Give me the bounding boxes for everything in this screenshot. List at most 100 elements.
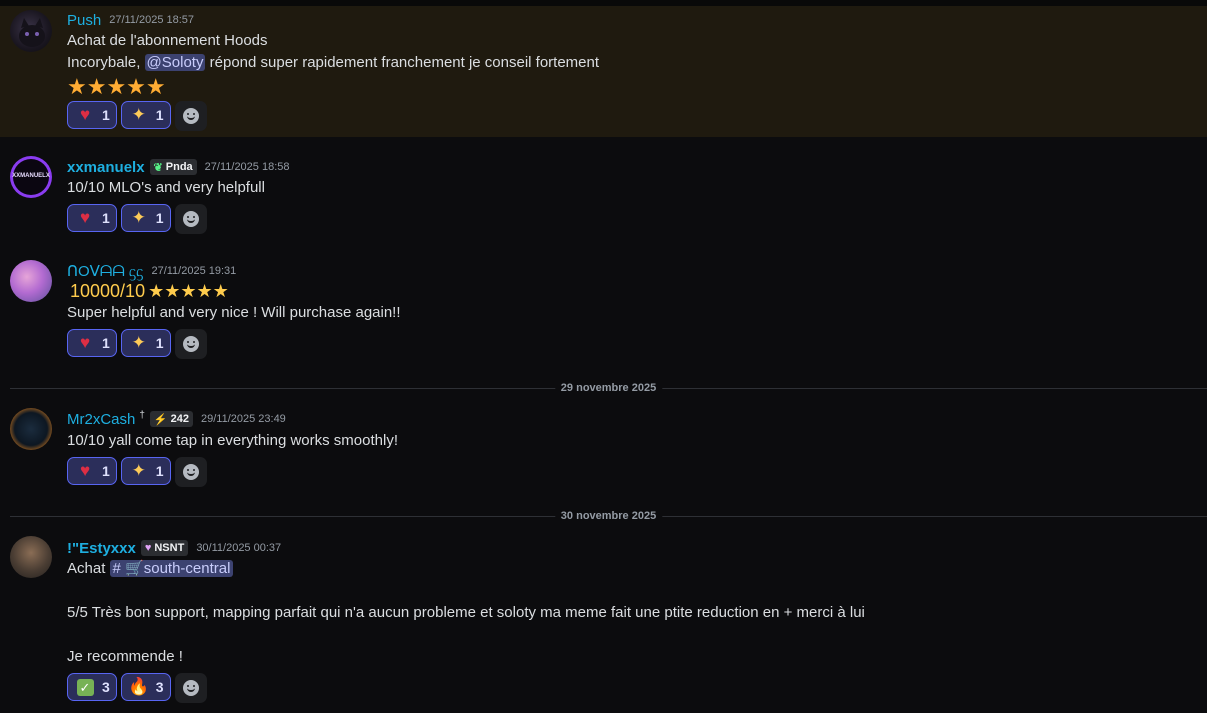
reaction-count: 3 (155, 679, 164, 695)
timestamp[interactable]: 27/11/2025 18:58 (205, 161, 290, 173)
username[interactable]: ᑎOᐯᗩᗩ ᦓᦓ (67, 262, 143, 281)
message-header: Push 27/11/2025 18:57 (67, 10, 194, 30)
server-tag[interactable]: ⚡ 242 (149, 411, 193, 427)
message-novaa: ᑎOᐯᗩᗩ ᦓᦓ 27/11/2025 19:31 10000/10 ★★★★★ … (0, 254, 1207, 364)
message-estyxxx: !"Estyxxx ♥ NSNT 30/11/2025 00:37 Achat #… (0, 530, 1207, 713)
username[interactable]: !"Estyxxx (67, 540, 136, 557)
message-header: ᑎOᐯᗩᗩ ᦓᦓ 27/11/2025 19:31 (67, 261, 236, 281)
message-text: 10/10 yall come tap in everything works … (67, 432, 398, 449)
message-text: 10/10 MLO's and very helpfull (67, 179, 265, 196)
check-emoji-icon: ✓ (74, 677, 96, 697)
reaction-heart[interactable]: ♥ 1 (67, 457, 117, 485)
avatar[interactable] (10, 536, 52, 578)
reaction-count: 1 (102, 107, 110, 123)
message-text: 5/5 Très bon support, mapping parfait qu… (67, 604, 865, 621)
reaction-sparkles[interactable]: ✦ 1 (120, 457, 171, 485)
heart-emoji-icon: ♥ (79, 208, 91, 227)
timestamp[interactable]: 27/11/2025 18:57 (109, 14, 194, 26)
add-reaction-button[interactable] (174, 204, 207, 234)
heart-emoji-icon: ♥ (79, 461, 91, 480)
avatar[interactable] (10, 408, 52, 450)
reaction-heart[interactable]: ♥ 1 (67, 329, 117, 357)
reaction-count: 1 (155, 335, 164, 351)
fire-emoji-icon: 🔥 (128, 677, 150, 696)
reaction-heart[interactable]: ♥ 1 (67, 204, 117, 232)
add-reaction-button[interactable] (174, 329, 207, 359)
channel-mention[interactable]: # 🛒south-central (109, 560, 234, 577)
username[interactable]: Mr2xCash (67, 411, 135, 428)
reaction-heart[interactable]: ♥ 1 (67, 101, 117, 129)
text-segment: Incorybale, (67, 54, 145, 71)
lightning-icon: ⚡ (153, 413, 168, 426)
avatar[interactable] (10, 260, 52, 302)
heart-emoji-icon: ♥ (79, 333, 91, 352)
add-reaction-button[interactable] (174, 101, 207, 131)
star-emojis: ★★★★★ (148, 281, 229, 301)
avatar-text: XXMANUELX (12, 173, 50, 179)
username[interactable]: Push (67, 12, 101, 29)
add-reaction-button[interactable] (174, 457, 207, 487)
star-rating: ★★★★★ (67, 74, 166, 100)
message-header: xxmanuelx ❦ Pnda 27/11/2025 18:58 (67, 157, 290, 177)
star-emojis: ★★★★★ (67, 74, 166, 99)
timestamp[interactable]: 29/11/2025 23:49 (201, 413, 286, 425)
channel-name: south-central (143, 560, 231, 577)
reaction-count: 1 (155, 107, 164, 123)
reaction-sparkles[interactable]: ✦ 1 (120, 329, 171, 357)
tag-text: Pnda (165, 161, 193, 173)
add-reaction-button[interactable] (174, 673, 207, 703)
timestamp[interactable]: 30/11/2025 00:37 (196, 542, 281, 554)
sparkles-emoji-icon: ✦ (131, 333, 146, 352)
message-header: Mr2xCash † ⚡ 242 29/11/2025 23:49 (67, 409, 286, 429)
reaction-fire[interactable]: 🔥 3 (120, 673, 171, 701)
reactions-bar: ♥ 1 ✦ 1 (67, 204, 207, 234)
reaction-count: 1 (102, 335, 110, 351)
reactions-bar: ✓ 3 🔥 3 (67, 673, 207, 703)
sparkles-emoji-icon: ✦ (131, 105, 146, 124)
sparkles-emoji-icon: ✦ (131, 461, 146, 480)
reaction-count: 1 (102, 463, 110, 479)
heart-icon: ♥ (144, 542, 152, 554)
divider-date: 29 novembre 2025 (554, 381, 663, 395)
avatar[interactable] (10, 10, 52, 52)
reaction-sparkles[interactable]: ✦ 1 (120, 101, 171, 129)
tag-text: NSNT (154, 542, 185, 554)
text-segment: Achat (67, 560, 110, 577)
smiley-icon (182, 336, 199, 352)
text-segment: 10000/10 (70, 281, 146, 301)
reaction-sparkles[interactable]: ✦ 1 (120, 204, 171, 232)
message-text: Je recommende ! (67, 648, 183, 665)
reaction-count: 1 (102, 210, 110, 226)
tag-text: 242 (170, 413, 189, 425)
smiley-icon (182, 680, 199, 696)
message-push: Push 27/11/2025 18:57 Achat de l'abonnem… (0, 6, 1207, 137)
text-segment: répond super rapidement franchement je c… (205, 54, 600, 71)
server-tag[interactable]: ♥ NSNT (140, 540, 189, 556)
message-mr2xcash: Mr2xCash † ⚡ 242 29/11/2025 23:49 10/10 y… (0, 402, 1207, 494)
cart-icon: 🛒 (125, 560, 144, 577)
reaction-count: 1 (155, 210, 164, 226)
username[interactable]: xxmanuelx (67, 159, 145, 176)
sparkles-emoji-icon: ✦ (131, 208, 146, 227)
user-mention[interactable]: @Soloty (144, 54, 206, 71)
message-text-with-stars: 10000/10 ★★★★★ (67, 280, 229, 302)
message-xxmanuelx: XXMANUELX xxmanuelx ❦ Pnda 27/11/2025 18:… (0, 150, 1207, 240)
date-divider: 30 novembre 2025 (10, 509, 1207, 523)
reactions-bar: ♥ 1 ✦ 1 (67, 101, 207, 131)
hash-icon: # (112, 560, 121, 577)
avatar[interactable]: XXMANUELX (10, 156, 52, 198)
reaction-check[interactable]: ✓ 3 (67, 673, 117, 701)
message-text-with-mention: Incorybale, @Soloty répond super rapidem… (67, 52, 599, 74)
smiley-icon (182, 211, 199, 227)
date-divider: 29 novembre 2025 (10, 381, 1207, 395)
timestamp[interactable]: 27/11/2025 19:31 (151, 265, 236, 277)
server-tag[interactable]: ❦ Pnda (149, 159, 197, 175)
reactions-bar: ♥ 1 ✦ 1 (67, 329, 207, 359)
message-header: !"Estyxxx ♥ NSNT 30/11/2025 00:37 (67, 538, 281, 558)
dagger-badge: † (139, 409, 145, 421)
cat-avatar-icon (19, 18, 45, 47)
divider-date: 30 novembre 2025 (554, 509, 663, 523)
reaction-count: 1 (155, 463, 164, 479)
reactions-bar: ♥ 1 ✦ 1 (67, 457, 207, 487)
message-text-with-channel: Achat # 🛒south-central (67, 558, 234, 580)
